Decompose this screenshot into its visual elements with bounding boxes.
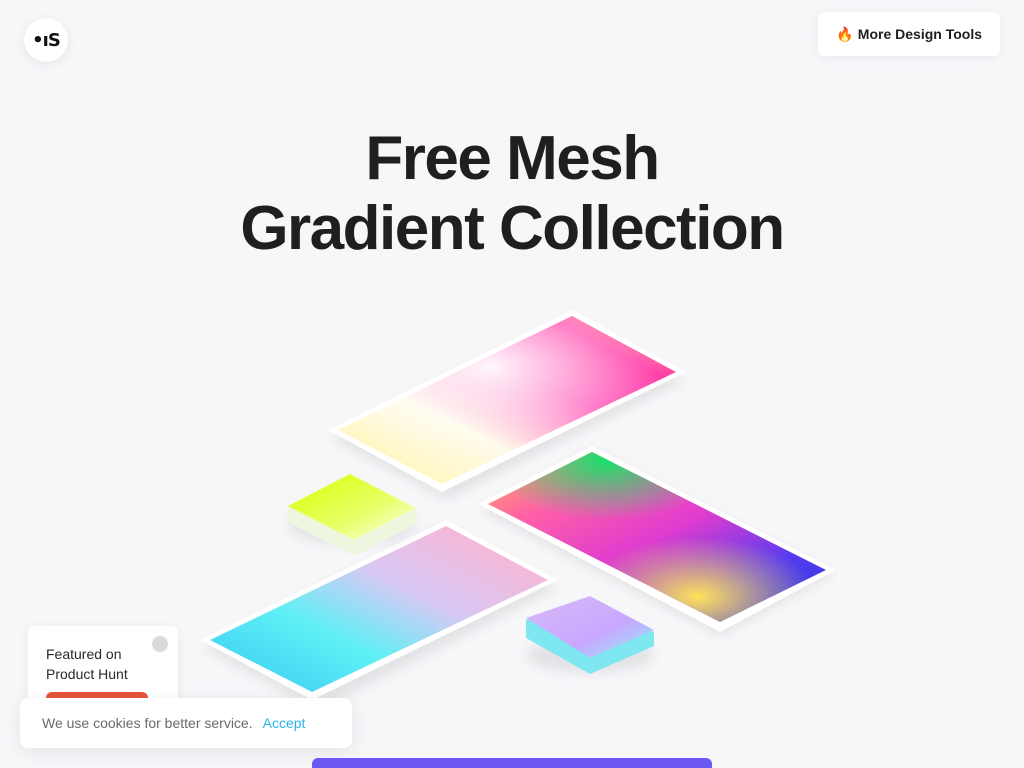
page-title-line-2: Gradient Collection	[240, 194, 785, 263]
yellow-cube	[288, 474, 416, 556]
cookie-message: We use cookies for better service.	[42, 715, 253, 731]
product-hunt-text: Featured on Product Hunt	[46, 644, 128, 684]
more-design-tools-button[interactable]: 🔥 More Design Tools	[818, 12, 1000, 56]
product-hunt-line-1: Featured on	[46, 646, 122, 662]
purple-cube	[526, 596, 654, 674]
accept-cookies-button[interactable]: Accept	[263, 715, 306, 731]
site-logo[interactable]: •ıS	[24, 18, 68, 62]
primary-cta-button[interactable]	[312, 758, 712, 768]
cookie-banner: We use cookies for better service. Accep…	[20, 698, 352, 748]
page-title: Free Mesh Gradient Collection	[0, 124, 1024, 264]
page: •ıS 🔥 More Design Tools Free Mesh Gradie…	[0, 0, 1024, 768]
phone-mockup-right	[478, 446, 836, 636]
close-icon[interactable]	[152, 636, 168, 652]
product-hunt-line-2: Product Hunt	[46, 666, 128, 682]
hero-illustration	[200, 310, 836, 710]
phone-mockup-left	[200, 520, 558, 710]
page-title-line-1: Free Mesh	[365, 124, 660, 193]
fire-icon: 🔥	[836, 25, 854, 42]
more-design-tools-label: More Design Tools	[857, 26, 982, 42]
